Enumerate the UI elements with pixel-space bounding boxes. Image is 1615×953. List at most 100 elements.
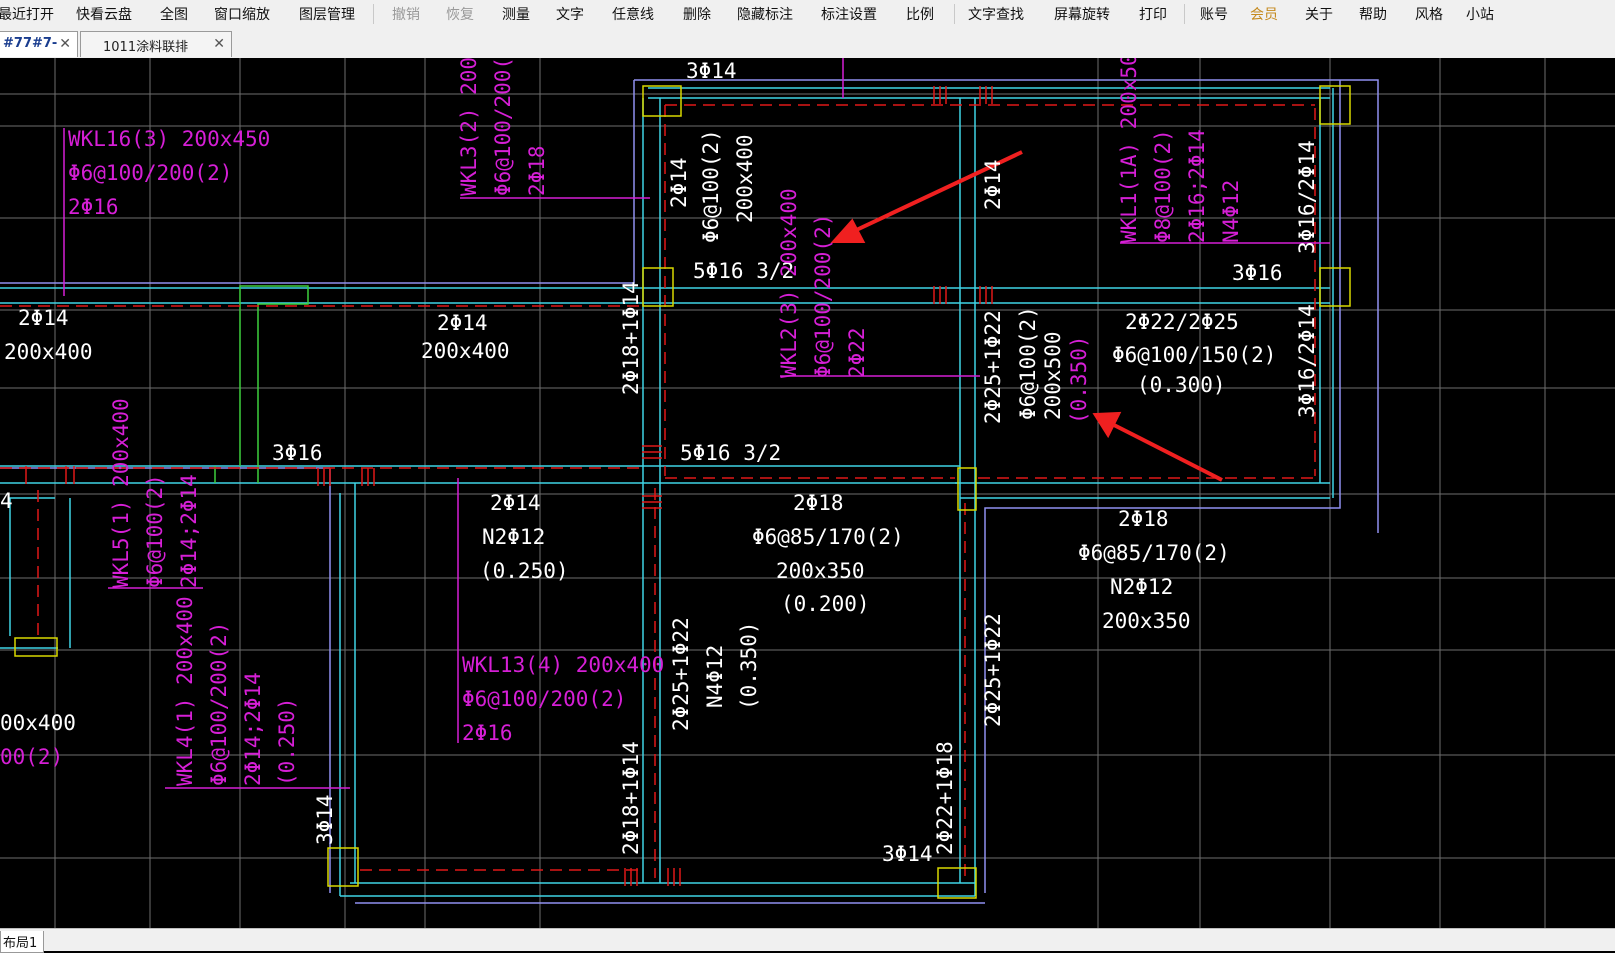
menu-item[interactable]: 最近打开	[0, 4, 54, 24]
menu-item[interactable]: 任意线	[612, 4, 654, 24]
menu-item[interactable]: 文字	[556, 4, 584, 24]
label-b2-elev: (0.200)	[781, 592, 870, 616]
label-v-3phi16-2phi14-a: 3Φ16/2Φ14	[1295, 140, 1319, 254]
label-v-3phi16-2phi14-b: 3Φ16/2Φ14	[1295, 304, 1319, 418]
label-r-2phi22: 2Φ22/2Φ25	[1125, 310, 1239, 334]
label-b2-stirrup: Φ6@85/170(2)	[752, 525, 904, 549]
label-wkl13-bars: 2Φ16	[462, 721, 513, 745]
label-v-2phi25-1phi22-b: 2Φ25+1Φ22	[669, 617, 693, 731]
menu-item: 恢复	[446, 7, 474, 23]
label-wkl1-stirrup: Φ8@100(2)	[1151, 129, 1175, 243]
label-b3-size: 200x350	[1102, 609, 1191, 633]
label-3phi16-right: 3Φ16	[1232, 261, 1283, 285]
label-v-2phi18-1phi14-b: 2Φ18+1Φ14	[619, 741, 643, 855]
menu-item: 撤销	[392, 7, 420, 23]
label-v-2phi14-b: 2Φ14	[981, 159, 1005, 210]
tab-bar: #77#7- ✕ 1011涂料联排 ✕	[0, 28, 1615, 59]
label-wkl4-stirrup: Φ6@100/200(2)	[207, 622, 231, 786]
label-wkl5-stirrup: Φ6@100(2)	[143, 474, 167, 588]
label-edge-00x400: 00x400	[0, 711, 76, 735]
label-edge-00-2: 00(2)	[0, 745, 63, 769]
label-v-elev-b: (0.350)	[737, 621, 761, 710]
label-v-size-b: 200x500	[1041, 331, 1065, 420]
menu-item[interactable]: 窗口缩放	[214, 4, 270, 24]
label-wkl1-bars: 2Φ16;2Φ14	[1185, 129, 1209, 243]
label-v-2phi18-1phi14-a: 2Φ18+1Φ14	[619, 281, 643, 395]
menu-item[interactable]: 账号	[1200, 4, 1228, 24]
label-wkl4-bars: 2Φ14;2Φ14	[241, 672, 265, 786]
label-wkl2-bars: 2Φ22	[845, 327, 869, 378]
label-b3-stirrup: Φ6@85/170(2)	[1078, 541, 1230, 565]
label-wkl16-name: WKL16(3) 200x450	[68, 127, 270, 151]
label-wkl2-name: WKL2(3) 200x400	[777, 188, 801, 378]
label-v-2phi25-1phi22-a: 2Φ25+1Φ22	[981, 310, 1005, 424]
label-3phi16-lower: 3Φ16	[272, 441, 323, 465]
menu-bar: 最近打开 快看云盘 全图 窗口缩放 图层管理 撤销 恢复 测量 文字 任意线 删除 隐藏标注 标注设置 比…	[0, 0, 1615, 28]
cad-drawing: 3Φ14 5Φ16 3/2 3Φ16 2Φ14 200x400 2Φ14 200…	[0, 58, 1615, 928]
label-b2-2phi18: 2Φ18	[793, 491, 844, 515]
label-v-size-a: 200x400	[733, 134, 757, 223]
menu-separator	[373, 4, 374, 24]
label-v-2phi25-1phi22-c: 2Φ25+1Φ22	[981, 613, 1005, 727]
label-wkl3-stirrup: Φ6@100/200(2)	[491, 58, 515, 196]
menu-item[interactable]: 帮助	[1359, 4, 1387, 24]
tab-drawing-77[interactable]: #77#7- ✕	[0, 31, 78, 57]
menu-item[interactable]: 快看云盘	[76, 4, 132, 24]
label-wkl2-stirrup: Φ6@100/200(2)	[811, 214, 835, 378]
magenta-labels: WKL16(3) 200x450 Φ6@100/200(2) 2Φ16 WKL1…	[0, 127, 664, 769]
label-v-3phi14: 3Φ14	[313, 794, 337, 845]
menu-item[interactable]: 图层管理	[299, 4, 355, 24]
label-v-n4phi12: N4Φ12	[703, 645, 727, 708]
label-b1-elev: (0.250)	[480, 559, 569, 583]
tab-label: #77#7-	[3, 36, 58, 51]
label-b2-size: 200x350	[776, 559, 865, 583]
close-icon[interactable]: ✕	[59, 36, 71, 52]
menu-item[interactable]: 标注设置	[821, 4, 877, 24]
menu-item[interactable]: 比例	[906, 4, 934, 24]
label-b1-2phi14: 2Φ14	[490, 491, 541, 515]
label-200x400-left: 200x400	[4, 340, 93, 364]
label-v-2phi14-a: 2Φ14	[667, 157, 691, 208]
label-wkl16-stirrup: Φ6@100/200(2)	[68, 161, 232, 185]
label-3phi14-top: 3Φ14	[686, 59, 737, 83]
label-wkl4-name: WKL4(1) 200x400	[173, 596, 197, 786]
menu-item[interactable]: 会员	[1250, 4, 1278, 24]
menu-item[interactable]: 关于	[1305, 4, 1333, 24]
close-icon[interactable]: ✕	[213, 36, 225, 52]
label-edge-4: 4	[0, 489, 13, 513]
menu-item[interactable]: 文字查找	[968, 4, 1024, 24]
menu-item[interactable]: 隐藏标注	[737, 4, 793, 24]
menu-item[interactable]: 删除	[683, 4, 711, 24]
menu-item[interactable]: 全图	[160, 4, 188, 24]
label-wkl16-bars: 2Φ16	[68, 195, 119, 219]
label-v-stirrup-a: Φ6@100(2)	[699, 129, 723, 243]
menu-item[interactable]: 风格	[1415, 4, 1443, 24]
label-b1-n2phi12: N2Φ12	[482, 525, 545, 549]
label-wkl13-stirrup: Φ6@100/200(2)	[462, 687, 626, 711]
menu-item[interactable]: 测量	[502, 4, 530, 24]
drawing-canvas[interactable]: 3Φ14 5Φ16 3/2 3Φ16 2Φ14 200x400 2Φ14 200…	[0, 58, 1615, 928]
menu-item[interactable]: 打印	[1139, 4, 1167, 24]
label-2phi14-center: 2Φ14	[437, 311, 488, 335]
label-wkl1-n: N4Φ12	[1219, 180, 1243, 243]
label-v-2phi22-1phi18: 2Φ22+1Φ18	[933, 741, 957, 855]
label-r-stirrup: Φ6@100/150(2)	[1112, 343, 1276, 367]
label-wkl4-elev: (0.250)	[275, 697, 299, 786]
label-wkl3-name: WKL3(2) 200x5	[457, 58, 481, 196]
menu-item[interactable]: 屏幕旋转	[1054, 4, 1110, 24]
label-3phi14-bottom: 3Φ14	[882, 842, 933, 866]
label-v-stirrup-b: Φ6@100(2)	[1016, 306, 1040, 420]
menu-separator	[1184, 4, 1185, 24]
label-2phi14-left: 2Φ14	[18, 306, 69, 330]
menu-separator	[954, 4, 955, 24]
label-b3-n2phi12: N2Φ12	[1110, 575, 1173, 599]
rebar-ticks	[25, 86, 993, 886]
label-r-elev: (0.300)	[1137, 373, 1226, 397]
label-wkl1-name: WKL1(1A) 200x500	[1117, 58, 1141, 243]
menu-item[interactable]: 小站	[1466, 4, 1494, 24]
label-5phi16-low: 5Φ16 3/2	[680, 441, 781, 465]
tab-label: 1011涂料联排	[103, 40, 189, 55]
status-bar: 布局1	[0, 928, 1615, 953]
label-v-elev-mag: (0.350)	[1067, 335, 1091, 424]
tab-drawing-1011[interactable]: 1011涂料联排 ✕	[80, 31, 232, 57]
